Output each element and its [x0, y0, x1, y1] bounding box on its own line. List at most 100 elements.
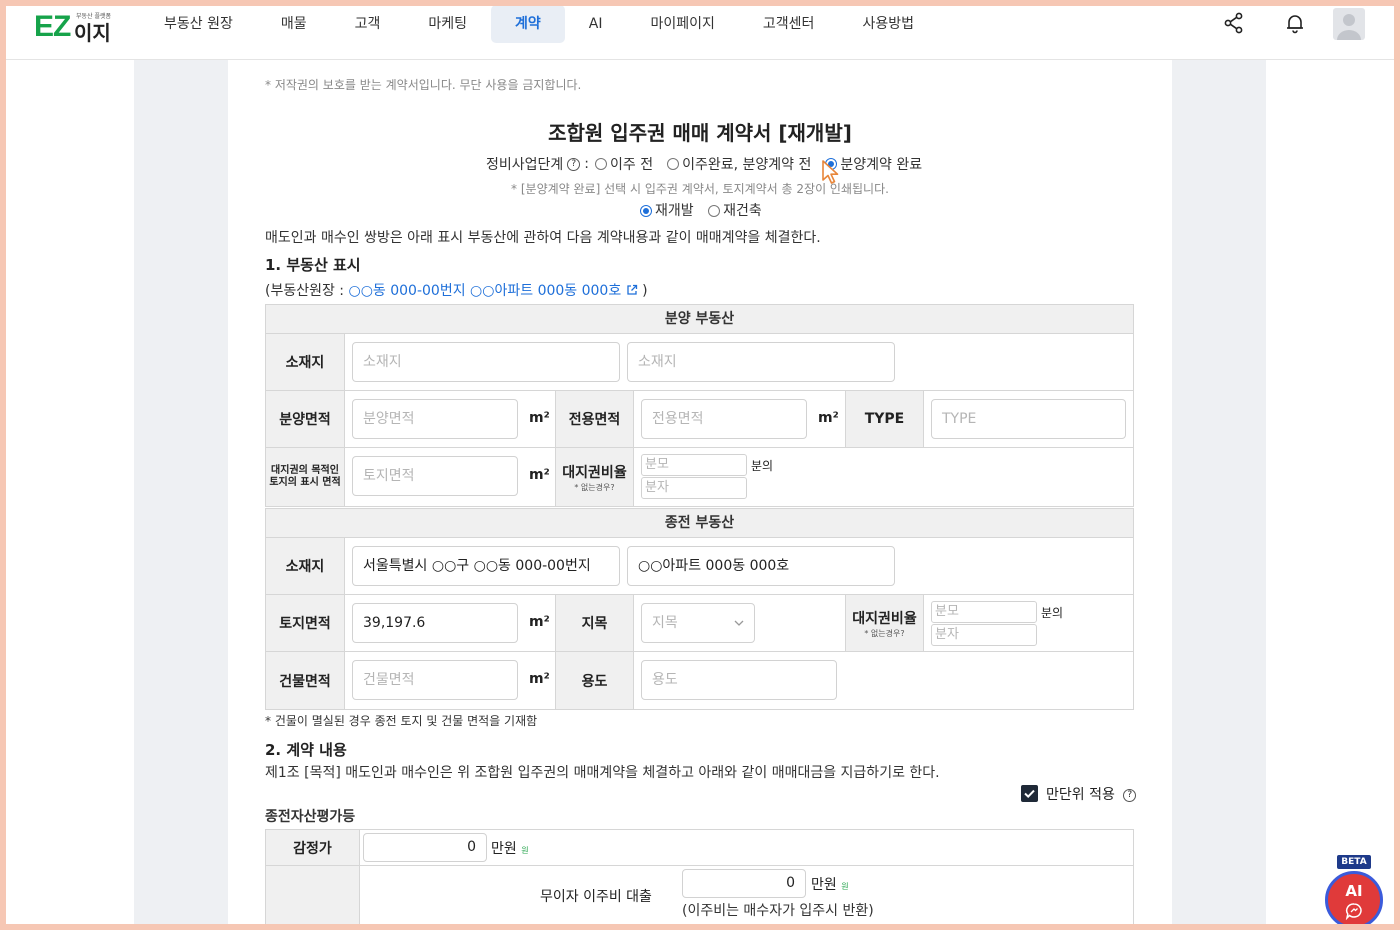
- exclusive-area-input[interactable]: 전용면적: [641, 399, 807, 439]
- jimok-select-value: 지목: [652, 615, 678, 631]
- loan-label: 무이자 이주비 대출: [540, 889, 652, 905]
- nav-customer[interactable]: 고객: [331, 5, 405, 43]
- sale-land-label-line2: 토지의 표시 면적: [269, 477, 341, 488]
- old-location-input-2[interactable]: ○○아파트 000동 000호: [627, 546, 895, 586]
- old-ratio-title: 대지권비율: [852, 610, 917, 627]
- relocation-label: 이주비 등: [266, 866, 360, 930]
- stage-radio-before[interactable]: [595, 158, 607, 170]
- sale-location-label: 소재지: [266, 334, 345, 390]
- manwon-checkbox[interactable]: [1021, 785, 1038, 802]
- sale-ratio-title: 대지권비율: [562, 464, 627, 481]
- type-option-rebuild[interactable]: 재건축: [723, 203, 762, 219]
- sale-ratio-numerator[interactable]: 분자: [641, 477, 747, 499]
- nav-ai[interactable]: AI: [565, 5, 627, 43]
- old-land-row: 토지면적 39,197.6 m² 지목 지목 대지권비율 * 없는경우? 분모 …: [266, 595, 1133, 652]
- old-building-input[interactable]: 건물면적: [352, 660, 518, 700]
- share-icon[interactable]: [1223, 12, 1245, 34]
- sale-land-input[interactable]: 토지면적: [352, 456, 518, 496]
- type-radio-rebuild[interactable]: [708, 205, 721, 217]
- ledger-ref: (부동산원장 : ○○동 000-00번지 ○○아파트 000동 000호 ): [265, 280, 648, 300]
- sale-ratio-of: 분의: [751, 459, 774, 473]
- sale-land-label-line1: 대지권의 목적인: [271, 465, 339, 476]
- sale-ratio-denominator[interactable]: 분모: [641, 454, 747, 476]
- stage-option-before[interactable]: 이주 전: [610, 154, 653, 174]
- old-building-row: 건물면적 건물면적 m² 용도 용도: [266, 652, 1133, 709]
- main-nav: 부동산 원장 매물 고객 마케팅 계약 AI 마이페이지 고객센터 사용방법: [140, 5, 938, 43]
- manwon-label-text[interactable]: 만단위 적용: [1046, 787, 1115, 803]
- sale-location-row: 소재지 소재지 소재지: [266, 334, 1133, 391]
- sale-area-input[interactable]: 분양면적: [352, 399, 518, 439]
- external-link-icon[interactable]: [626, 284, 638, 296]
- nav-ledger[interactable]: 부동산 원장: [140, 5, 257, 43]
- old-land-input[interactable]: 39,197.6: [352, 603, 518, 643]
- old-ratio-numerator[interactable]: 분자: [931, 624, 1037, 646]
- chat-bubble-icon: [1345, 903, 1362, 920]
- jimok-select[interactable]: 지목: [641, 603, 755, 643]
- loan-input[interactable]: 0: [682, 869, 806, 898]
- bell-icon[interactable]: [1284, 12, 1306, 34]
- sale-ratio-note[interactable]: * 없는경우?: [574, 482, 614, 493]
- nav-contract[interactable]: 계약: [491, 5, 565, 43]
- type-input[interactable]: TYPE: [931, 399, 1126, 439]
- ledger-prefix: (부동산원장 :: [265, 283, 349, 299]
- use-label: 용도: [555, 652, 634, 709]
- appraisal-unit-won: 원: [521, 846, 529, 855]
- type-label: TYPE: [845, 391, 924, 447]
- intro-text: 매도인과 매수인 쌍방은 아래 표시 부동산에 관하여 다음 계약내용과 같이 …: [265, 230, 821, 246]
- sale-area-label: 분양면적: [266, 391, 345, 447]
- article-1: 제1조 [목적] 매도인과 매수인은 위 조합원 입주권의 매매계약을 체결하고…: [265, 765, 940, 781]
- ledger-link[interactable]: ○○동 000-00번지 ○○아파트 000동 000호: [348, 283, 621, 299]
- old-property-header: 종전 부동산: [266, 509, 1133, 538]
- loan-unit: 만원 원: [811, 874, 849, 894]
- sale-property-header: 분양 부동산: [266, 305, 1133, 334]
- stage-option-done[interactable]: 분양계약 완료: [840, 154, 922, 174]
- ai-assistant-button[interactable]: AI: [1325, 871, 1383, 929]
- help-icon[interactable]: ?: [1123, 788, 1137, 802]
- appraisal-input[interactable]: 0: [363, 833, 487, 862]
- sale-land-label: 대지권의 목적인 토지의 표시 면적: [266, 448, 345, 506]
- old-building-unit: m²: [529, 671, 550, 687]
- nav-listing[interactable]: 매물: [257, 5, 331, 43]
- old-ratio-denominator[interactable]: 분모: [931, 601, 1037, 623]
- ez-logo[interactable]: EZ 부동산 플랫폼 이지: [34, 10, 114, 46]
- sale-location-input-2[interactable]: 소재지: [627, 342, 895, 382]
- help-icon[interactable]: ?: [567, 157, 581, 171]
- old-building-label: 건물면적: [266, 652, 345, 709]
- old-property-table: 종전 부동산 소재지 서울특별시 ○○구 ○○동 000-00번지 ○○아파트 …: [265, 508, 1134, 710]
- use-input[interactable]: 용도: [641, 660, 837, 700]
- stage-radio-moved[interactable]: [667, 158, 680, 170]
- old-ratio-note[interactable]: * 없는경우?: [864, 628, 904, 639]
- check-icon: [1024, 789, 1035, 799]
- old-location-input-1[interactable]: 서울특별시 ○○구 ○○동 000-00번지: [352, 546, 620, 586]
- type-radio-redev[interactable]: [640, 205, 652, 217]
- stage-selector: 정비사업단계 ? : 이주 전 이주완료, 분양계약 전 분양계약 완료: [486, 154, 922, 174]
- asset-table: 감정가 0 만원 원 이주비 등 무이자 이주비 대출 0 만원 원 (이주비는…: [265, 829, 1134, 930]
- sale-location-input-1[interactable]: 소재지: [352, 342, 620, 382]
- avatar-icon[interactable]: [1333, 8, 1365, 40]
- appraisal-unit: 만원 원: [491, 838, 529, 858]
- appraisal-row: 감정가 0 만원 원: [266, 830, 1133, 866]
- sale-property-table: 분양 부동산 소재지 소재지 소재지 분양면적 분양면적 m² 전용면적 전용면…: [265, 304, 1134, 507]
- old-location-label: 소재지: [266, 538, 345, 594]
- nav-marketing[interactable]: 마케팅: [404, 5, 491, 43]
- stage-separator: :: [584, 156, 589, 172]
- appraisal-unit-manwon: 만원: [491, 841, 517, 857]
- sale-area-unit: m²: [529, 410, 550, 426]
- nav-support[interactable]: 고객센터: [739, 5, 839, 43]
- manwon-label: 만단위 적용 ?: [1046, 784, 1140, 804]
- nav-mypage[interactable]: 마이페이지: [627, 5, 739, 43]
- nav-howto[interactable]: 사용방법: [838, 5, 938, 43]
- type-option-redev[interactable]: 재개발: [655, 203, 694, 219]
- logo-sub: 이지: [74, 21, 111, 45]
- exclusive-area-unit: m²: [818, 410, 839, 426]
- sale-area-row: 분양면적 분양면적 m² 전용면적 전용면적 m² TYPE TYPE: [266, 391, 1133, 448]
- appraisal-label: 감정가: [266, 830, 360, 865]
- old-land-unit: m²: [529, 614, 550, 630]
- stage-label: 정비사업단계: [486, 157, 564, 173]
- logo-main: EZ: [34, 10, 71, 43]
- top-header: EZ 부동산 플랫폼 이지 부동산 원장 매물 고객 마케팅 계약 AI 마이페…: [0, 0, 1400, 60]
- loan-unit-manwon: 만원: [811, 877, 837, 893]
- jimok-label: 지목: [555, 595, 634, 651]
- stage-option-moved[interactable]: 이주완료, 분양계약 전: [682, 154, 811, 174]
- ai-beta-badge: BETA: [1337, 855, 1371, 869]
